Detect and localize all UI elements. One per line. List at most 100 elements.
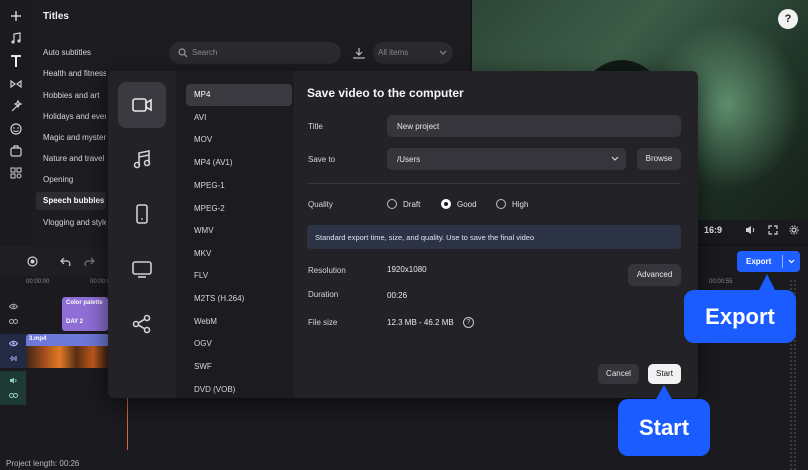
timecode: 00:00:55 bbox=[709, 279, 733, 285]
eye-icon[interactable] bbox=[9, 340, 18, 347]
format-item[interactable]: MPEG-2 bbox=[186, 198, 292, 220]
format-item[interactable]: WMV bbox=[186, 220, 292, 242]
video-icon[interactable] bbox=[118, 82, 166, 128]
export-callout-pointer bbox=[758, 274, 776, 292]
file-size-value: 12.3 MB - 46.2 MB bbox=[387, 318, 454, 327]
save-to-label: Save to bbox=[308, 155, 336, 164]
clip-label: 3.mp4 bbox=[29, 336, 47, 342]
aspect-ratio-selector[interactable]: 16:9 bbox=[704, 225, 722, 235]
audio-icon[interactable] bbox=[118, 136, 166, 182]
record-icon[interactable] bbox=[27, 256, 38, 267]
category-item[interactable]: Auto subtitles bbox=[36, 44, 106, 62]
title-label: Title bbox=[308, 122, 323, 131]
panel-title: Titles bbox=[43, 11, 69, 22]
download-icon[interactable] bbox=[352, 46, 366, 60]
eye-icon[interactable] bbox=[9, 303, 18, 310]
quality-option-label: Draft bbox=[403, 200, 421, 209]
category-item[interactable]: Magic and mystery bbox=[36, 129, 106, 147]
format-item[interactable]: SWF bbox=[186, 356, 292, 378]
project-length: Project length: 00:26 bbox=[6, 459, 80, 468]
filter-dropdown[interactable]: All items bbox=[373, 42, 453, 64]
category-item[interactable]: Vlogging and style bbox=[36, 214, 106, 232]
undo-icon[interactable] bbox=[60, 257, 71, 266]
chevron-down-icon[interactable] bbox=[786, 255, 797, 267]
text-icon[interactable] bbox=[8, 53, 24, 69]
dialog-title: Save video to the computer bbox=[307, 86, 464, 100]
plus-icon[interactable] bbox=[8, 8, 24, 24]
timecode: 00:00:00 bbox=[26, 279, 50, 285]
category-item[interactable]: Nature and travel bbox=[36, 150, 106, 168]
format-item[interactable]: DVD (VOB) bbox=[186, 379, 292, 398]
format-item-selected[interactable]: MP4 bbox=[186, 84, 292, 106]
format-item[interactable]: MP4 (AV1) bbox=[186, 152, 292, 174]
title-input[interactable]: New project bbox=[387, 115, 681, 137]
volume-icon[interactable] bbox=[745, 225, 756, 235]
help-icon[interactable]: ? bbox=[778, 9, 798, 29]
format-item[interactable]: OGV bbox=[186, 333, 292, 355]
export-dialog: MP4 AVI MOV MP4 (AV1) MPEG-1 MPEG-2 WMV … bbox=[108, 71, 698, 398]
audio-track-controls bbox=[0, 371, 26, 405]
quality-info-banner: Standard export time, size, and quality.… bbox=[307, 225, 681, 249]
info-text: Standard export time, size, and quality.… bbox=[315, 233, 535, 242]
save-to-dropdown[interactable]: /Users bbox=[387, 148, 626, 170]
transitions-icon[interactable] bbox=[8, 76, 24, 92]
format-item[interactable]: AVI bbox=[186, 107, 292, 129]
export-divider bbox=[782, 255, 783, 268]
export-button[interactable]: Export bbox=[737, 251, 800, 272]
category-item[interactable]: Hobbies and art bbox=[36, 87, 106, 105]
filters-icon[interactable] bbox=[8, 143, 24, 159]
format-item[interactable]: WebM bbox=[186, 311, 292, 333]
category-item[interactable]: Holidays and events bbox=[36, 108, 106, 126]
quality-label: Quality bbox=[308, 200, 333, 209]
tool-rail bbox=[0, 0, 32, 246]
link-icon[interactable] bbox=[9, 318, 18, 325]
category-item[interactable]: Opening bbox=[36, 171, 106, 189]
quality-radio-good[interactable] bbox=[441, 199, 451, 209]
category-item[interactable]: Health and fitness bbox=[36, 65, 106, 83]
search-icon bbox=[178, 48, 188, 58]
stickers-icon[interactable] bbox=[8, 121, 24, 137]
cancel-button[interactable]: Cancel bbox=[598, 364, 639, 384]
file-size-label: File size bbox=[308, 318, 338, 327]
format-item[interactable]: MPEG-1 bbox=[186, 175, 292, 197]
export-callout: Export bbox=[684, 290, 796, 343]
video-track-controls bbox=[0, 334, 26, 368]
export-label: Export bbox=[746, 257, 772, 266]
settings-gear-icon[interactable] bbox=[789, 225, 799, 235]
format-item[interactable]: MKV bbox=[186, 243, 292, 265]
format-item[interactable]: FLV bbox=[186, 265, 292, 287]
filter-value: All items bbox=[378, 48, 409, 57]
format-item[interactable]: M2TS (H.264) bbox=[186, 288, 292, 310]
help-icon[interactable]: ? bbox=[463, 317, 474, 328]
audio-wave-icon[interactable] bbox=[9, 355, 18, 362]
duration-value: 00:26 bbox=[387, 291, 408, 300]
link-icon[interactable] bbox=[9, 392, 18, 399]
category-item-selected[interactable]: Speech bubbles bbox=[36, 192, 106, 210]
format-list: MP4 AVI MOV MP4 (AV1) MPEG-1 MPEG-2 WMV … bbox=[176, 71, 294, 398]
save-to-value: /Users bbox=[397, 155, 421, 164]
tv-icon[interactable] bbox=[118, 246, 166, 292]
title-clip[interactable]: Color palette DAY 2 bbox=[62, 297, 108, 331]
format-item[interactable]: MOV bbox=[186, 129, 292, 151]
resolution-value: 1920x1080 bbox=[387, 265, 427, 274]
quality-option-label: Good bbox=[457, 200, 477, 209]
effects-icon[interactable] bbox=[8, 98, 24, 114]
quality-radio-draft[interactable] bbox=[387, 199, 397, 209]
quality-radio-high[interactable] bbox=[496, 199, 506, 209]
advanced-button[interactable]: Advanced bbox=[628, 264, 681, 286]
music-note-icon[interactable] bbox=[8, 30, 24, 46]
video-clip[interactable]: 3.mp4 bbox=[26, 334, 110, 368]
more-apps-icon[interactable] bbox=[8, 165, 24, 181]
resolution-label: Resolution bbox=[308, 266, 346, 275]
browse-button[interactable]: Browse bbox=[637, 148, 681, 170]
search-input[interactable]: Search bbox=[169, 42, 341, 64]
clip-sublabel: DAY 2 bbox=[66, 319, 84, 325]
share-icon[interactable] bbox=[118, 301, 166, 347]
clip-label: Color palette bbox=[66, 300, 103, 306]
mobile-icon[interactable] bbox=[118, 191, 166, 237]
start-button[interactable]: Start bbox=[648, 364, 681, 384]
redo-icon[interactable] bbox=[84, 257, 95, 266]
fullscreen-icon[interactable] bbox=[768, 225, 778, 235]
start-callout: Start bbox=[618, 399, 710, 456]
speaker-icon[interactable] bbox=[9, 377, 18, 384]
